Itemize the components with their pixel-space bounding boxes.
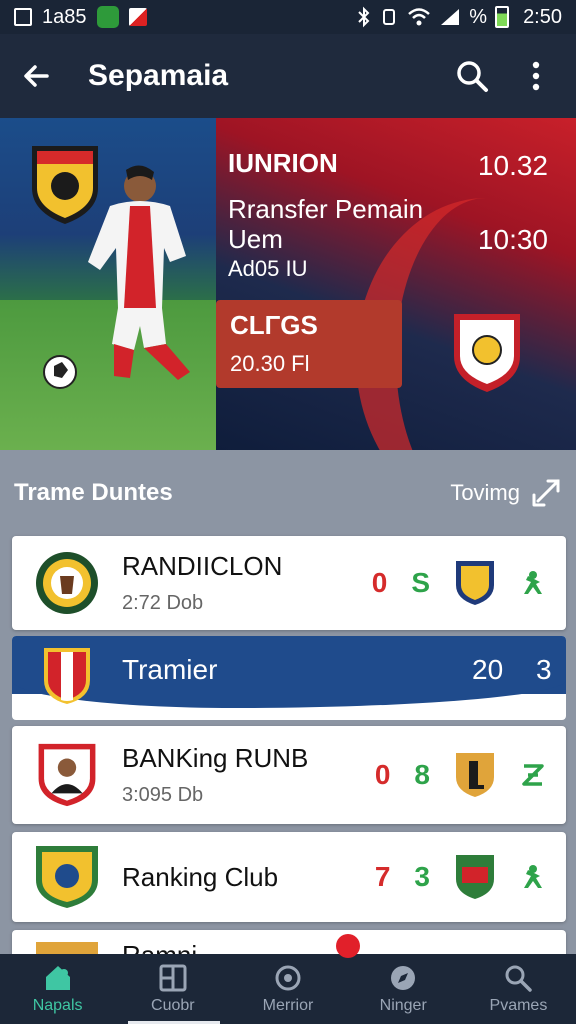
- player-action-icon[interactable]: [520, 570, 546, 596]
- close-x-icon[interactable]: [520, 762, 546, 788]
- hero-tag-title: CLΓGS: [230, 310, 318, 340]
- player-image: [43, 165, 190, 389]
- section-header: Trame Duntes Tovimg: [0, 450, 576, 536]
- app-bar: Sepamaia: [0, 34, 576, 118]
- club-name: RANDIICLON: [122, 551, 283, 581]
- hero-heading: IUNRION: [228, 148, 338, 178]
- battery-icon: [495, 6, 510, 28]
- target-icon: [275, 965, 301, 991]
- score-b: 3: [414, 861, 430, 892]
- nav-item-cuobr[interactable]: Cuobr: [115, 954, 230, 1024]
- hero-line-2: Uem: [228, 224, 283, 254]
- signal-icon: [441, 9, 460, 25]
- club-row[interactable]: Ranking Club 7 3: [12, 832, 566, 922]
- search-icon: [505, 965, 533, 992]
- notification-badge: [336, 934, 360, 958]
- bluetooth-icon: [358, 6, 370, 28]
- hero-time-1: 10.32: [477, 150, 548, 181]
- opponent-crest-icon: [456, 561, 494, 605]
- opponent-crest-icon: [456, 855, 494, 899]
- hero-line-1: Rransfer Pemain: [228, 194, 424, 224]
- nav-label: Ninger: [379, 997, 427, 1014]
- hero-banner[interactable]: IUNRION 10.32 Rransfer Pemain Uem 10:30 …: [0, 118, 576, 450]
- external-link-icon: [532, 479, 560, 507]
- status-bar: 1a85 % 2:50: [0, 0, 576, 34]
- club-crest-icon: [44, 648, 90, 704]
- vibrate-icon: [383, 9, 396, 25]
- club-subtitle: 3:095 Db: [122, 784, 204, 806]
- club-crest-icon: [36, 552, 98, 614]
- wifi-icon: [408, 8, 431, 26]
- hero-tag[interactable]: CLΓGS 20.30 Fl: [216, 300, 402, 388]
- back-icon[interactable]: [6, 46, 66, 106]
- more-options-icon[interactable]: [514, 54, 558, 98]
- nav-item-pvames[interactable]: Pvames: [461, 954, 576, 1024]
- section-title: Trame Duntes: [14, 479, 173, 506]
- opponent-crest-icon: [456, 753, 494, 797]
- score-b: S: [411, 567, 430, 598]
- club-crest-icon: [36, 846, 98, 908]
- nav-label: Cuobr: [151, 997, 195, 1014]
- featured-value-1: 20: [472, 654, 504, 685]
- section-link[interactable]: Tovimg: [450, 477, 562, 509]
- home-icon: [45, 966, 70, 990]
- club-row[interactable]: RANDIICLON 2:72 Dob 0 S: [12, 536, 566, 630]
- hero-tag-subtitle: 20.30 Fl: [230, 351, 310, 376]
- club-name: Ranking Club: [122, 861, 279, 892]
- club-name: BANKing RUNB: [122, 743, 309, 773]
- nav-label: Pvames: [489, 997, 548, 1014]
- nav-item-napals[interactable]: Napals: [0, 954, 115, 1024]
- search-icon[interactable]: [450, 54, 494, 98]
- featured-value-2: 3: [536, 654, 552, 685]
- hero-line-3: Ad05 IU: [228, 256, 308, 281]
- player-action-icon[interactable]: [520, 864, 546, 890]
- featured-name: Tramier: [122, 654, 218, 685]
- score-a: 0: [371, 567, 388, 598]
- notification-icon: [128, 8, 147, 26]
- messaging-icon: [96, 6, 119, 28]
- status-percent: %: [469, 5, 488, 28]
- featured-row[interactable]: Tramier 20 3: [12, 636, 566, 720]
- score-b: 8: [414, 759, 430, 790]
- status-left-text: 1a85: [42, 5, 87, 28]
- opponent-crest-icon: [454, 314, 520, 392]
- nav-label: Merrior: [262, 997, 314, 1014]
- nav-label: Napals: [32, 997, 83, 1014]
- hero-time-2: 10:30: [477, 224, 548, 255]
- gallery-icon: [14, 8, 32, 26]
- compass-icon: [391, 966, 416, 990]
- club-crest-icon: [38, 743, 96, 807]
- score-a: 7: [374, 861, 391, 892]
- section-link-label: Tovimg: [450, 480, 520, 505]
- nav-item-merrior[interactable]: Merrior: [230, 954, 345, 1024]
- nav-item-ninger[interactable]: Ninger: [346, 954, 461, 1024]
- score-a: 0: [374, 759, 391, 790]
- page-title: Sepamaia: [88, 59, 229, 92]
- club-row[interactable]: BANKing RUNB 3:095 Db 0 8: [12, 726, 566, 824]
- club-subtitle: 2:72 Dob: [122, 592, 204, 614]
- grid-icon: [159, 964, 187, 992]
- bottom-navigation: Napals Cuobr Merrior Ninger Pvames: [0, 954, 576, 1024]
- status-time: 2:50: [523, 5, 562, 28]
